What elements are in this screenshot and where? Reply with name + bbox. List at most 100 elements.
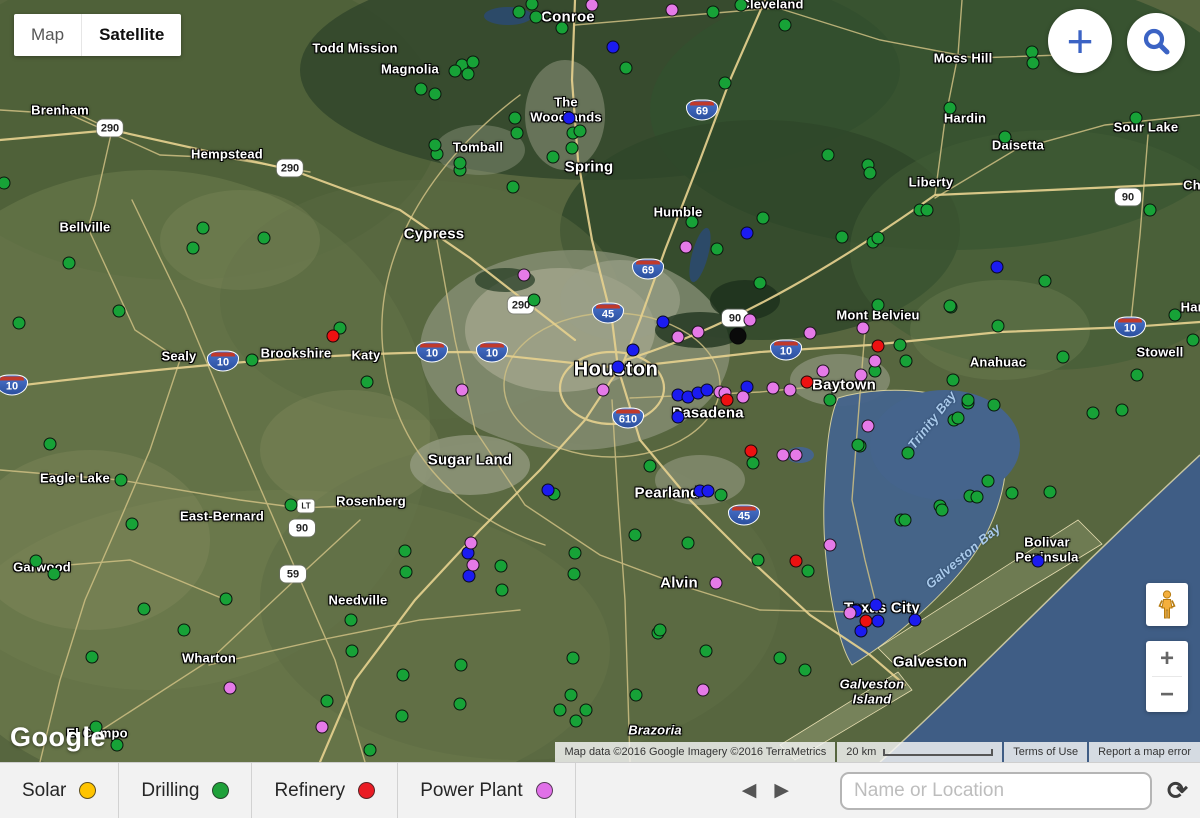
map-marker-g[interactable] <box>774 652 787 665</box>
map-marker-g[interactable] <box>511 127 524 140</box>
map-marker-g[interactable] <box>1116 404 1129 417</box>
map-marker-g[interactable] <box>802 565 815 578</box>
map-marker-g[interactable] <box>1027 57 1040 70</box>
map-marker-g[interactable] <box>566 142 579 155</box>
map-marker-g[interactable] <box>700 645 713 658</box>
zoom-in-button[interactable]: + <box>1146 641 1188 676</box>
map-marker-g[interactable] <box>620 62 633 75</box>
map-marker-g[interactable] <box>682 537 695 550</box>
map-marker-g[interactable] <box>467 56 480 69</box>
map-marker-g[interactable] <box>554 704 567 717</box>
map-marker-g[interactable] <box>507 181 520 194</box>
map-marker-g[interactable] <box>1130 112 1143 125</box>
map-marker-g[interactable] <box>346 645 359 658</box>
map-marker-g[interactable] <box>902 447 915 460</box>
map-marker-v[interactable] <box>666 4 679 17</box>
map-marker-b[interactable] <box>627 344 640 357</box>
legend-item-refinery[interactable]: Refinery <box>252 763 398 818</box>
map-marker-g[interactable] <box>630 689 643 702</box>
map-marker-g[interactable] <box>864 167 877 180</box>
map-marker-r[interactable] <box>872 340 885 353</box>
map-marker-v[interactable] <box>855 369 868 382</box>
map-marker-g[interactable] <box>757 212 770 225</box>
map-marker-v[interactable] <box>692 326 705 339</box>
map-marker-g[interactable] <box>1144 204 1157 217</box>
map-marker-g[interactable] <box>936 504 949 517</box>
map-marker-v[interactable] <box>597 384 610 397</box>
map-marker-g[interactable] <box>0 177 11 190</box>
map-marker-v[interactable] <box>586 0 599 12</box>
map-marker-v[interactable] <box>467 559 480 572</box>
map-marker-v[interactable] <box>697 684 710 697</box>
map-marker-r[interactable] <box>745 445 758 458</box>
map-search-button[interactable] <box>1127 13 1185 71</box>
map-marker-r[interactable] <box>790 555 803 568</box>
map-marker-v[interactable] <box>710 577 723 590</box>
legend-item-solar[interactable]: Solar <box>0 763 119 818</box>
map-marker-b[interactable] <box>657 316 670 329</box>
map-marker-g[interactable] <box>568 568 581 581</box>
map-marker-g[interactable] <box>396 710 409 723</box>
map-marker-v[interactable] <box>672 331 685 344</box>
map-marker-b[interactable] <box>741 227 754 240</box>
report-map-error-link[interactable]: Report a map error <box>1089 742 1200 762</box>
map-marker-g[interactable] <box>364 744 377 757</box>
map-marker-g[interactable] <box>567 652 580 665</box>
map-marker-g[interactable] <box>530 11 543 24</box>
map-marker-v[interactable] <box>824 539 837 552</box>
map-marker-v[interactable] <box>790 449 803 462</box>
map-marker-g[interactable] <box>719 77 732 90</box>
map-marker-g[interactable] <box>1131 369 1144 382</box>
map-marker-g[interactable] <box>894 339 907 352</box>
map-marker-g[interactable] <box>944 102 957 115</box>
map-marker-g[interactable] <box>799 664 812 677</box>
map-marker-v[interactable] <box>767 382 780 395</box>
map-marker-g[interactable] <box>556 22 569 35</box>
zoom-out-button[interactable]: − <box>1146 677 1188 712</box>
map-marker-g[interactable] <box>526 0 539 11</box>
map-marker-v[interactable] <box>465 537 478 550</box>
map-marker-g[interactable] <box>495 560 508 573</box>
map-marker-g[interactable] <box>528 294 541 307</box>
map-marker-g[interactable] <box>496 584 509 597</box>
map-marker-g[interactable] <box>455 659 468 672</box>
map-marker-v[interactable] <box>862 420 875 433</box>
map-marker-g[interactable] <box>735 0 748 12</box>
map-marker-g[interactable] <box>454 157 467 170</box>
map-marker-b[interactable] <box>991 261 1004 274</box>
map-marker-g[interactable] <box>345 614 358 627</box>
map-marker-g[interactable] <box>988 399 1001 412</box>
map-marker-b[interactable] <box>542 484 555 497</box>
map-marker-g[interactable] <box>992 320 1005 333</box>
map-marker-g[interactable] <box>115 474 128 487</box>
map-marker-g[interactable] <box>285 499 298 512</box>
map-marker-g[interactable] <box>258 232 271 245</box>
map-marker-g[interactable] <box>1087 407 1100 420</box>
map-marker-g[interactable] <box>63 257 76 270</box>
map-marker-g[interactable] <box>921 204 934 217</box>
map-marker-v[interactable] <box>456 384 469 397</box>
map-marker-v[interactable] <box>857 322 870 335</box>
map-marker-g[interactable] <box>48 568 61 581</box>
map-marker-g[interactable] <box>971 491 984 504</box>
map-marker-g[interactable] <box>654 624 667 637</box>
map-marker-g[interactable] <box>962 394 975 407</box>
map-marker-g[interactable] <box>513 6 526 19</box>
map-marker-g[interactable] <box>629 529 642 542</box>
map-marker-g[interactable] <box>565 689 578 702</box>
map-marker-v[interactable] <box>316 721 329 734</box>
map-marker-g[interactable] <box>397 669 410 682</box>
map-marker-g[interactable] <box>1006 487 1019 500</box>
map-marker-g[interactable] <box>644 460 657 473</box>
map-marker-g[interactable] <box>872 232 885 245</box>
map-marker-g[interactable] <box>1169 309 1182 322</box>
map-marker-g[interactable] <box>449 65 462 78</box>
map-marker-v[interactable] <box>518 269 531 282</box>
map-marker-g[interactable] <box>111 739 124 752</box>
map-marker-g[interactable] <box>1039 275 1052 288</box>
map-marker-b[interactable] <box>702 485 715 498</box>
map-marker-g[interactable] <box>197 222 210 235</box>
google-logo[interactable]: Google <box>10 722 106 753</box>
map-marker-g[interactable] <box>836 231 849 244</box>
map-marker-g[interactable] <box>824 394 837 407</box>
